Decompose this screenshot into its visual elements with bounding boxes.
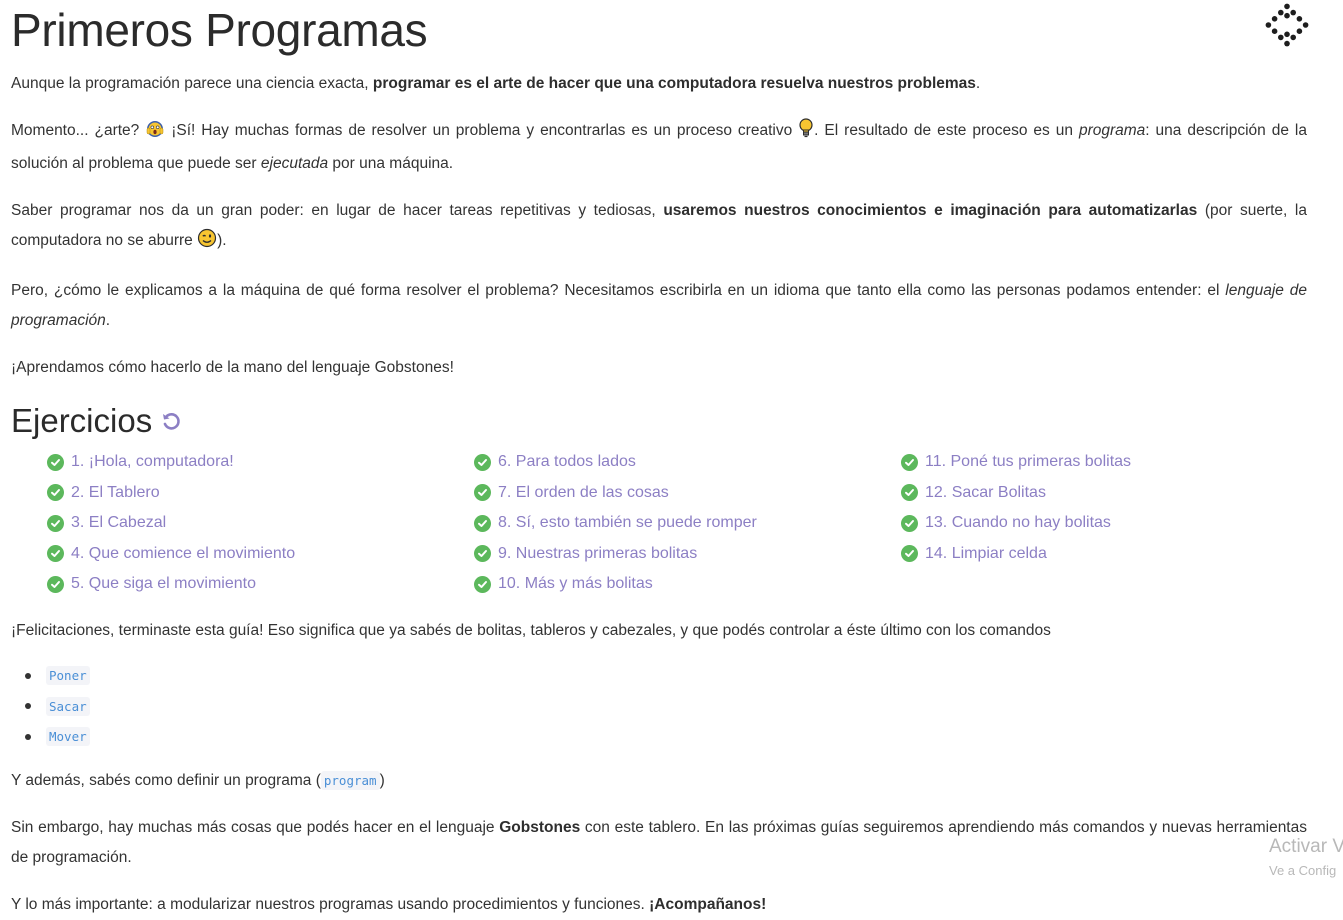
list-item: Poner xyxy=(23,661,1307,692)
intro-paragraph-5: ¡Aprendamos cómo hacerlo de la mano del … xyxy=(11,359,454,376)
exercise-item[interactable]: 9. Nuestras primeras bolitas xyxy=(474,539,901,570)
bold-text: usaremos nuestros conocimientos e imagin… xyxy=(663,202,1198,219)
outro-paragraph-1: Sin embargo, hay muchas más cosas que po… xyxy=(11,813,1307,873)
exercises-heading: Ejercicios xyxy=(11,401,1307,441)
text: . El resultado de este proceso es un xyxy=(814,122,1079,139)
command-code: Mover xyxy=(46,727,90,747)
exercise-item[interactable]: 13. Cuando no hay bolitas xyxy=(901,508,1321,539)
text: . xyxy=(975,75,981,92)
watermark-title: Activar V xyxy=(1269,836,1343,857)
text: Saber programar nos da un gran poder: en… xyxy=(11,202,664,219)
exercise-link[interactable]: 14. Limpiar celda xyxy=(925,539,1047,569)
check-circle-icon xyxy=(47,453,64,471)
text: Y lo más importante: a modularizar nuest… xyxy=(11,896,650,913)
italic-text: programa xyxy=(1078,122,1146,139)
exercises-heading-text: Ejercicios xyxy=(11,402,153,439)
watermark-subtitle: Ve a Config xyxy=(1269,863,1337,878)
text: Y además, sabés como definir un programa… xyxy=(11,772,321,789)
text: Aunque la programación parece una cienci… xyxy=(11,75,373,92)
exercise-item[interactable]: 5. Que siga el movimiento xyxy=(47,569,474,600)
light-bulb-emoji-icon xyxy=(798,118,814,149)
exercise-item[interactable]: 2. El Tablero xyxy=(47,478,474,509)
exercise-link[interactable]: 1. ¡Hola, computadora! xyxy=(71,447,234,477)
exercise-item[interactable]: 11. Poné tus primeras bolitas xyxy=(901,447,1321,478)
check-circle-icon xyxy=(474,484,491,502)
command-code: Poner xyxy=(46,666,90,686)
bold-text: programar es el arte de hacer que una co… xyxy=(372,75,976,92)
exercise-item[interactable]: 3. El Cabezal xyxy=(47,508,474,539)
exercise-item[interactable]: 12. Sacar Bolitas xyxy=(901,478,1321,509)
text: . xyxy=(105,312,111,329)
exercise-item[interactable]: 10. Más y más bolitas xyxy=(474,569,901,600)
text: Momento... ¿arte? xyxy=(11,122,146,139)
winking-face-emoji-icon xyxy=(197,228,217,259)
list-item: Sacar xyxy=(23,691,1307,722)
screaming-face-emoji-icon xyxy=(145,118,165,149)
activate-windows-watermark: Activar V Ve a Config xyxy=(1269,835,1343,881)
exercise-link[interactable]: 7. El orden de las cosas xyxy=(498,478,669,508)
check-circle-icon xyxy=(47,514,64,532)
exercise-item[interactable]: 7. El orden de las cosas xyxy=(474,478,901,509)
check-circle-icon xyxy=(474,514,491,532)
text: ). xyxy=(217,232,227,249)
exercise-item[interactable]: 1. ¡Hola, computadora! xyxy=(47,447,474,478)
check-circle-icon xyxy=(47,575,64,593)
intro-paragraph-3: Saber programar nos da un gran poder: en… xyxy=(11,196,1307,259)
text: Sin embargo, hay muchas más cosas que po… xyxy=(11,819,500,836)
exercise-item[interactable]: 8. Sí, esto también se puede romper xyxy=(474,508,901,539)
guide-content: Primeros Programas Aunque la programació… xyxy=(11,0,1307,920)
exercise-link[interactable]: 8. Sí, esto también se puede romper xyxy=(498,508,757,538)
intro-paragraph-1: Aunque la programación parece una cienci… xyxy=(11,69,1307,99)
check-circle-icon xyxy=(901,453,918,471)
congrats-paragraph: ¡Felicitaciones, terminaste esta guía! E… xyxy=(11,621,1051,639)
command-list: Poner Sacar Mover xyxy=(11,661,1307,753)
exercise-link[interactable]: 12. Sacar Bolitas xyxy=(925,478,1046,508)
define-paragraph: Y además, sabés como definir un programa… xyxy=(11,766,1307,796)
text: Pero, ¿cómo le explicamos a la máquina d… xyxy=(11,282,1226,299)
text: ¡Sí! Hay muchas formas de resolver un pr… xyxy=(165,122,799,139)
italic-text: ejecutada xyxy=(260,155,329,172)
text: por una máquina. xyxy=(328,155,454,172)
exercise-link[interactable]: 5. Que siga el movimiento xyxy=(71,569,256,599)
check-circle-icon xyxy=(901,545,918,563)
program-code: program xyxy=(320,771,380,790)
exercise-link[interactable]: 3. El Cabezal xyxy=(71,508,166,538)
exercise-link[interactable]: 9. Nuestras primeras bolitas xyxy=(498,539,697,569)
exercise-item[interactable]: 14. Limpiar celda xyxy=(901,539,1321,570)
outro-paragraph-2: Y lo más importante: a modularizar nuest… xyxy=(11,890,1307,920)
intro-paragraph-4: Pero, ¿cómo le explicamos a la máquina d… xyxy=(11,276,1307,336)
exercise-link[interactable]: 4. Que comience el movimiento xyxy=(71,539,295,569)
exercise-item[interactable]: 4. Que comience el movimiento xyxy=(47,539,474,570)
exercise-item[interactable]: 6. Para todos lados xyxy=(474,447,901,478)
check-circle-icon xyxy=(474,545,491,563)
exercise-link[interactable]: 6. Para todos lados xyxy=(498,447,636,477)
gobstones-logo-icon xyxy=(1264,2,1310,48)
list-item: Mover xyxy=(23,722,1307,753)
exercise-link[interactable]: 2. El Tablero xyxy=(71,478,160,508)
exercise-link[interactable]: 13. Cuando no hay bolitas xyxy=(925,508,1111,538)
exercise-link[interactable]: 10. Más y más bolitas xyxy=(498,569,653,599)
exercise-list: 1. ¡Hola, computadora! 2. El Tablero 3. El… xyxy=(47,447,1307,600)
text: ) xyxy=(379,772,385,789)
check-circle-icon xyxy=(47,545,64,563)
restart-icon[interactable] xyxy=(160,410,182,432)
command-code: Sacar xyxy=(46,696,90,716)
check-circle-icon xyxy=(474,575,491,593)
bold-text: Gobstones xyxy=(499,819,581,836)
check-circle-icon xyxy=(901,514,918,532)
check-circle-icon xyxy=(47,484,64,502)
intro-paragraph-2: Momento... ¿arte? ¡Sí! Hay muchas formas… xyxy=(11,116,1307,179)
check-circle-icon xyxy=(474,453,491,471)
exercise-link[interactable]: 11. Poné tus primeras bolitas xyxy=(925,447,1131,477)
check-circle-icon xyxy=(901,484,918,502)
bold-text: ¡Acompañanos! xyxy=(649,896,767,913)
page-title: Primeros Programas xyxy=(11,4,428,56)
